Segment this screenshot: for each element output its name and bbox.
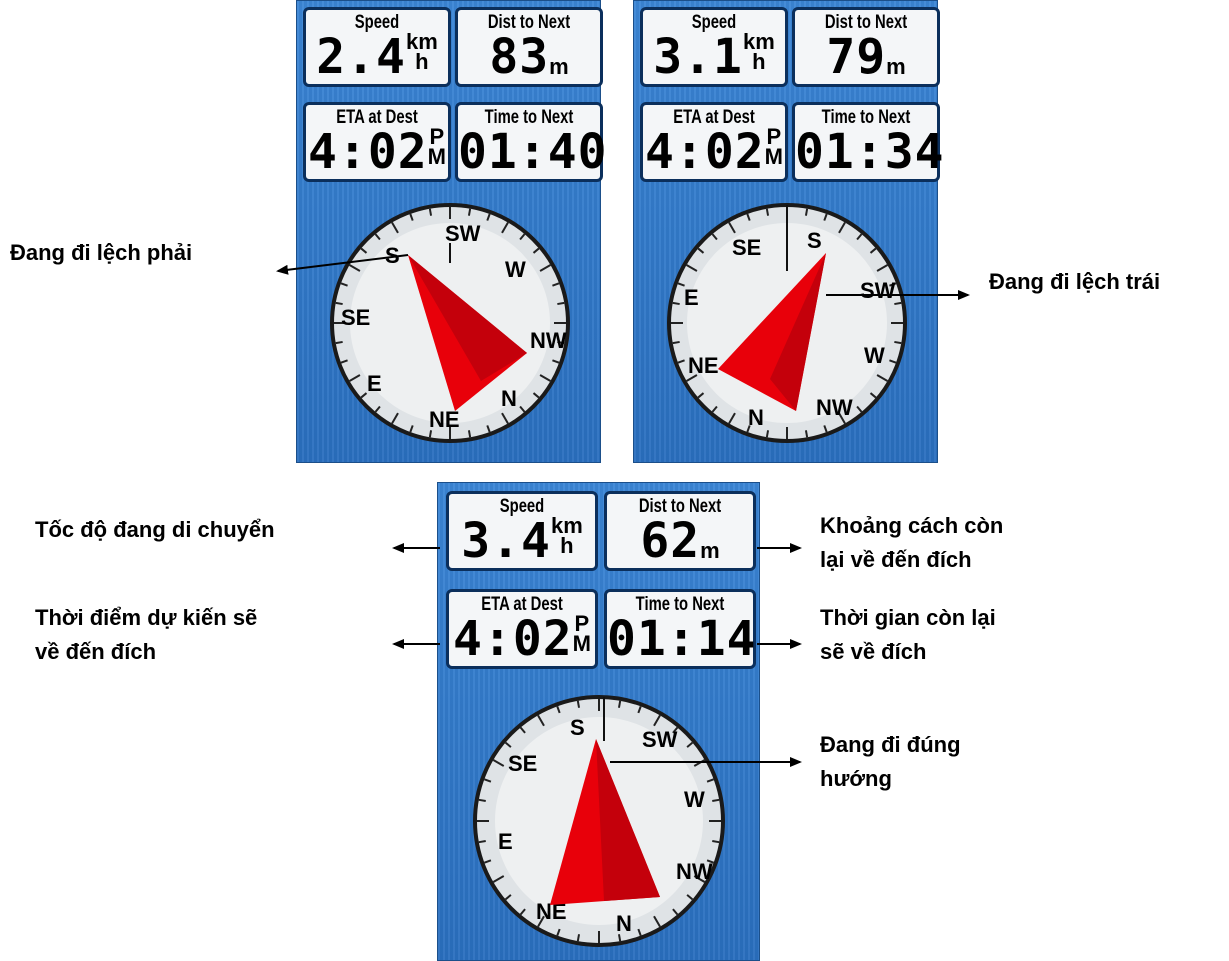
compass-tick — [765, 430, 770, 438]
speed-value: 3.4 — [461, 513, 551, 569]
compass-label-w: W — [864, 343, 885, 368]
dist-value: 79 — [826, 29, 887, 85]
speed-field: Speed 2.4 km h — [303, 7, 451, 87]
compass-tick — [467, 430, 472, 438]
callout-right-deviation: Đang đi lệch phải — [10, 240, 193, 265]
speed-unit-bottom: h — [415, 49, 429, 74]
dist-field: Dist to Next 83m — [455, 7, 603, 87]
compass-label-s: S — [570, 715, 585, 740]
eta-value: 4:02 — [453, 611, 573, 667]
time-field: Time to Next 01:14 — [604, 589, 756, 669]
compass-label-nw: NW — [816, 395, 853, 420]
compass-tick — [478, 839, 486, 844]
speed-unit-bottom: h — [560, 533, 574, 558]
compass-2: SE S SW W NW N NE E — [667, 203, 907, 443]
compass-label-w: W — [684, 787, 705, 812]
eta-field: ETA at Dest 4:02 P M — [446, 589, 598, 669]
compass-label-se: SE — [341, 305, 370, 330]
compass-label-n: N — [748, 405, 764, 430]
speed-field: Speed 3.1 km h — [640, 7, 788, 87]
dist-field: Dist to Next 62m — [604, 491, 756, 571]
compass-label-sw: SW — [445, 221, 481, 246]
compass-tick — [467, 208, 472, 216]
compass-tick — [712, 798, 720, 803]
compass-label-s: S — [807, 228, 822, 253]
compass-tick — [672, 301, 680, 306]
compass-label-n: N — [501, 386, 517, 411]
compass-label-se: SE — [508, 751, 537, 776]
compass-tick — [894, 340, 902, 345]
compass-tick — [428, 208, 433, 216]
dist-value: 83 — [489, 29, 550, 85]
compass-label-se: SE — [732, 235, 761, 260]
callout-correct-line-1: Đang đi đúng — [820, 732, 961, 757]
eta-value: 4:02 — [308, 124, 428, 180]
callout-distance: Khoảng cách còn lại về đến đích — [820, 509, 1003, 577]
compass-tick — [617, 700, 622, 708]
eta-unit-bottom: M — [572, 631, 591, 656]
dist-unit: m — [549, 54, 569, 79]
time-value: 01:40 — [458, 124, 608, 180]
callout-left-deviation: Đang đi lệch trái — [989, 269, 1161, 294]
compass-label-w: W — [505, 257, 526, 282]
callout-correct-line-2: hướng — [820, 766, 892, 791]
dist-unit: m — [700, 538, 720, 563]
callout-eta-line-2: về đến đích — [35, 639, 157, 664]
callout-distance-line-2: lại về đến đích — [820, 547, 972, 572]
callout-speed: Tốc độ đang di chuyển — [35, 517, 275, 542]
callout-eta: Thời điểm dự kiến sẽ về đến đích — [35, 601, 257, 669]
time-value: 01:14 — [607, 611, 757, 667]
compass-tick — [557, 301, 565, 306]
compass-1: S SW W NW N NE E SE — [330, 203, 570, 443]
dist-value: 62 — [640, 513, 701, 569]
callout-time: Thời gian còn lại sẽ về đích — [820, 601, 996, 669]
compass-label-nw: NW — [676, 859, 713, 884]
compass-label-e: E — [498, 829, 513, 854]
dist-field: Dist to Next 79m — [792, 7, 940, 87]
compass-tick — [478, 798, 486, 803]
compass-tick — [335, 340, 343, 345]
compass-label-n: N — [616, 911, 632, 936]
dist-unit: m — [886, 54, 906, 79]
compass-label-ne: NE — [688, 353, 719, 378]
compass-label-e: E — [684, 285, 699, 310]
gps-screen-2: Speed 3.1 km h Dist to Next 79m ETA at Des… — [633, 0, 944, 463]
compass-tick — [804, 208, 809, 216]
compass-tick — [576, 700, 581, 708]
speed-value: 3.1 — [653, 29, 743, 85]
callout-time-line-1: Thời gian còn lại — [820, 605, 996, 630]
compass-label-sw: SW — [642, 727, 678, 752]
callout-time-line-2: sẽ về đích — [820, 639, 927, 664]
compass-label-s: S — [385, 243, 400, 268]
compass-tick — [576, 934, 581, 942]
speed-field: Speed 3.4 km h — [446, 491, 598, 571]
compass-tick — [335, 301, 343, 306]
callout-eta-line-1: Thời điểm dự kiến sẽ — [35, 605, 258, 630]
callout-distance-line-1: Khoảng cách còn — [820, 513, 1004, 538]
compass-tick — [712, 839, 720, 844]
time-field: Time to Next 01:40 — [455, 102, 607, 182]
compass-label-e: E — [367, 371, 382, 396]
compass-tick — [894, 301, 902, 306]
compass-label-nw: NW — [530, 328, 567, 353]
time-value: 01:34 — [795, 124, 945, 180]
gps-screen-1: Speed 2.4 km h Dist to Next 83m ETA at Des… — [296, 0, 607, 463]
gps-screen-3: Speed 3.4 km h Dist to Next 62m ETA at Des… — [437, 482, 760, 961]
speed-value: 2.4 — [316, 29, 406, 85]
compass-3: S SW W NW N NE E SE — [473, 695, 725, 947]
compass-tick — [672, 340, 680, 345]
callout-correct-heading: Đang đi đúng hướng — [820, 728, 961, 796]
eta-value: 4:02 — [645, 124, 765, 180]
eta-field: ETA at Dest 4:02 P M — [303, 102, 451, 182]
eta-unit-bottom: M — [764, 144, 783, 169]
eta-unit-bottom: M — [427, 144, 446, 169]
compass-label-sw: SW — [860, 278, 896, 303]
compass-tick — [804, 430, 809, 438]
eta-field: ETA at Dest 4:02 P M — [640, 102, 788, 182]
compass-tick — [765, 208, 770, 216]
time-field: Time to Next 01:34 — [792, 102, 944, 182]
speed-unit-bottom: h — [752, 49, 766, 74]
